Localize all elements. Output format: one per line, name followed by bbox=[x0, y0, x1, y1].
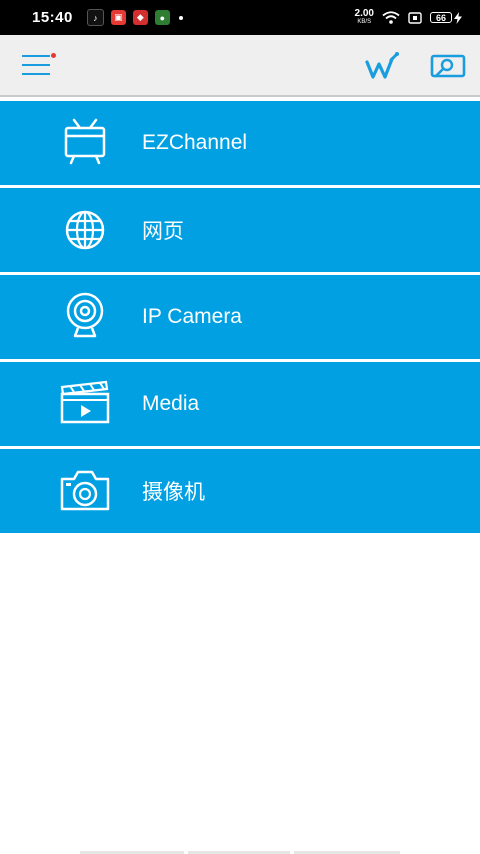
status-time: 15:40 bbox=[32, 9, 73, 26]
app-notification-icon: ▣ bbox=[110, 10, 126, 25]
tv-icon bbox=[58, 116, 112, 170]
tiktok-icon: ♪ bbox=[86, 9, 104, 26]
charging-icon bbox=[454, 11, 462, 24]
network-speed: 2.00 KB/S bbox=[354, 7, 374, 25]
menu-item-ezchannel[interactable]: EZChannel bbox=[0, 101, 480, 185]
menu-item-video-camera[interactable]: 摄像机 bbox=[0, 449, 480, 533]
menu-item-label: Media bbox=[142, 392, 200, 415]
menu-item-label: IP Camera bbox=[142, 305, 242, 328]
app-toolbar bbox=[0, 35, 480, 97]
hamburger-menu-icon[interactable] bbox=[22, 53, 56, 78]
menu-item-webpage[interactable]: 网页 bbox=[0, 188, 480, 272]
battery-indicator: 66 bbox=[430, 11, 462, 24]
camera-icon bbox=[58, 464, 112, 518]
more-notifications-dot bbox=[178, 15, 183, 20]
globe-icon bbox=[58, 203, 112, 257]
wifi-icon bbox=[382, 10, 400, 24]
menu-item-ip-camera[interactable]: IP Camera bbox=[0, 275, 480, 359]
menu-item-media[interactable]: Media bbox=[0, 362, 480, 446]
menu-item-label: 摄像机 bbox=[142, 481, 205, 504]
menu-item-label: EZChannel bbox=[142, 131, 248, 154]
webcam-icon bbox=[58, 290, 112, 344]
sim-icon bbox=[408, 11, 422, 24]
notification-dot bbox=[51, 53, 56, 58]
status-bar: 15:40 ♪ ▣ ◆ ● 2.00 KB/S 66 bbox=[0, 0, 480, 35]
notification-icons: ♪ ▣ ◆ ● bbox=[86, 9, 183, 26]
security-icon: ● bbox=[154, 10, 170, 25]
screen-cast-icon[interactable] bbox=[430, 49, 466, 85]
clapperboard-icon bbox=[58, 377, 112, 431]
menu-item-label: 网页 bbox=[142, 220, 184, 243]
main-menu-list: EZChannel 网页 IP Camera Media 摄像机 bbox=[0, 101, 480, 536]
wifi-display-icon[interactable] bbox=[364, 49, 400, 85]
tmall-icon: ◆ bbox=[132, 10, 148, 25]
